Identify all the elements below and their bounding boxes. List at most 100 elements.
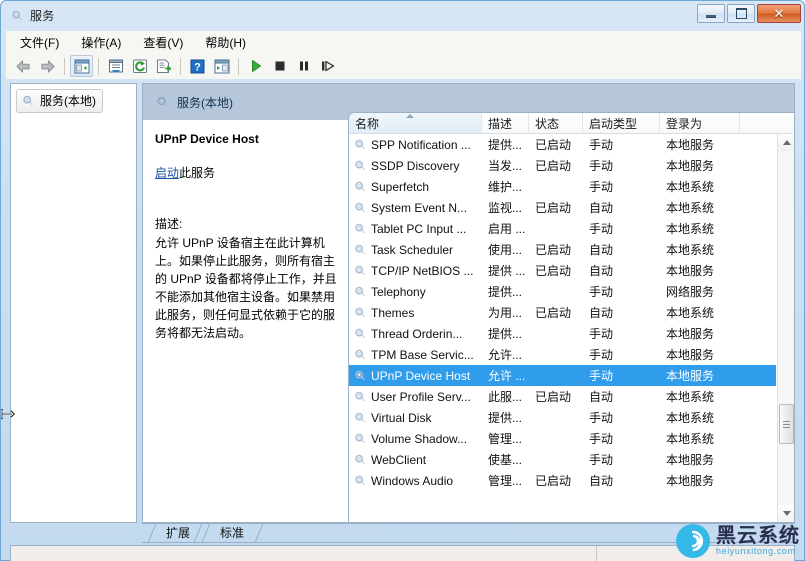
table-row[interactable]: UPnP Device Host 允许 ... 手动 本地服务 [349,365,776,386]
table-row[interactable]: SPP Notification ... 提供... 已启动 手动 本地服务 [349,134,776,155]
service-name-label: System Event N... [371,200,468,215]
pane-header-label: 服务(本地) [177,95,233,110]
menu-file[interactable]: 文件(F) [20,32,69,53]
toolbar-show-action-pane[interactable] [210,55,233,77]
cell-service-name: SSDP Discovery [349,155,482,176]
cell-startup-type: 手动 [589,348,614,362]
service-name-label: Superfetch [371,179,430,194]
toolbar-properties[interactable] [104,55,127,77]
cell-log-on-as: 本地服务 [666,159,715,173]
table-row[interactable]: Telephony 提供... 手动 网络服务 [349,281,776,302]
services-list-view: 名称 描述 状态 启动类型 登录为 SPP Notification ... 提… [348,112,794,522]
column-header-status-label: 状态 [535,116,560,131]
toolbar-export-list[interactable] [152,55,175,77]
table-row[interactable]: Superfetch 维护... 手动 本地系统 [349,176,776,197]
tree-node-services-local[interactable]: 服务(本地) [16,89,103,113]
cell-description: 此服... [488,390,523,404]
table-row[interactable]: SSDP Discovery 当发... 已启动 手动 本地服务 [349,155,776,176]
table-row[interactable]: Thread Orderin... 提供... 手动 本地服务 [349,323,776,344]
table-row[interactable]: User Profile Serv... 此服... 已启动 自动 本地系统 [349,386,776,407]
service-name-label: User Profile Serv... [371,389,471,404]
window-frame: 服务 ✕ 文件(F) 操作(A) 查看(V) 帮助(H) ? 服务(本地) 服务… [0,0,805,561]
cell-status [529,449,583,470]
table-row[interactable]: Themes 为用... 已启动 自动 本地系统 [349,302,776,323]
service-name-label: Thread Orderin... [371,326,463,341]
cell-startup-type: 手动 [589,222,614,236]
column-header-name[interactable]: 名称 [349,113,482,134]
toolbar-forward[interactable] [36,55,59,77]
toolbar-start-service[interactable] [244,55,267,77]
cell-description: 提供... [488,285,523,299]
toolbar-show-tree[interactable] [70,55,93,77]
cell-service-name: Superfetch [349,176,482,197]
cell-status [529,281,583,302]
start-service-link[interactable]: 启动 [155,166,179,180]
cell-description: 启用 ... [488,222,526,236]
minimize-button[interactable] [697,4,725,23]
column-header-startup-type-label: 启动类型 [589,116,638,131]
close-icon: ✕ [773,6,785,21]
cell-description: 维护... [488,180,523,194]
cell-status: 已启动 [535,390,572,404]
table-row[interactable]: System Event N... 监视... 已启动 自动 本地系统 [349,197,776,218]
status-bar-left [11,546,597,561]
toolbar-refresh[interactable] [128,55,151,77]
tab-standard[interactable]: 标准 [214,523,250,542]
menu-action[interactable]: 操作(A) [81,32,131,53]
toolbar-back[interactable] [12,55,35,77]
service-name-label: Virtual Disk [371,410,432,425]
table-row[interactable]: Task Scheduler 使用... 已启动 自动 本地系统 [349,239,776,260]
services-gear-icon [353,411,367,425]
toolbar: ? [6,53,801,79]
services-gear-icon [353,453,367,467]
menu-help[interactable]: 帮助(H) [205,32,256,53]
column-header-description-label: 描述 [488,116,513,131]
service-name-label: WebClient [371,452,427,467]
service-name-label: Windows Audio [371,473,454,488]
window-title: 服务 [30,9,55,23]
column-header-filler[interactable] [740,113,793,134]
toolbar-pause-service[interactable] [292,55,315,77]
table-row[interactable]: Virtual Disk 提供... 手动 本地系统 [349,407,776,428]
services-gear-icon [353,348,367,362]
cell-service-name: TCP/IP NetBIOS ... [349,260,482,281]
service-detail-pane: UPnP Device Host 启动此服务 描述: 允许 UPnP 设备宿主在… [143,120,348,522]
close-button[interactable]: ✕ [757,4,801,23]
scroll-down-button[interactable] [778,505,794,522]
detail-description-text: 允许 UPnP 设备宿主在此计算机上。如果停止此服务，则所有宿主的 UPnP 设… [155,236,337,340]
column-header-description[interactable]: 描述 [482,113,529,134]
cell-status: 已启动 [535,474,572,488]
column-header-log-on-as[interactable]: 登录为 [660,113,740,134]
title-bar-left: 服务 [10,7,55,24]
cell-service-name: WebClient [349,449,482,470]
toolbar-separator-4 [238,57,239,75]
cell-service-name: TPM Base Servic... [349,344,482,365]
services-gear-icon [353,201,367,215]
table-row[interactable]: Windows Audio 管理... 已启动 自动 本地服务 [349,470,776,491]
cell-startup-type: 自动 [589,243,614,257]
list-vertical-scrollbar[interactable] [777,134,794,522]
chevron-up-icon [782,140,791,145]
table-row[interactable]: TPM Base Servic... 允许... 手动 本地服务 [349,344,776,365]
cell-log-on-as: 本地系统 [666,180,715,194]
table-row[interactable]: Volume Shadow... 管理... 手动 本地系统 [349,428,776,449]
cell-description: 提供... [488,327,523,341]
cell-startup-type: 自动 [589,306,614,320]
menu-view[interactable]: 查看(V) [143,32,193,53]
toolbar-restart-service[interactable] [316,55,339,77]
scrollbar-thumb[interactable] [779,404,794,444]
maximize-button[interactable] [727,4,755,23]
tab-extended[interactable]: 扩展 [160,523,196,542]
table-row[interactable]: WebClient 使基... 手动 本地服务 [349,449,776,470]
cell-log-on-as: 本地系统 [666,432,715,446]
scroll-up-button[interactable] [778,134,794,151]
table-row[interactable]: TCP/IP NetBIOS ... 提供 ... 已启动 自动 本地服务 [349,260,776,281]
cell-log-on-as: 本地服务 [666,348,715,362]
toolbar-stop-service[interactable] [268,55,291,77]
toolbar-help[interactable]: ? [186,55,209,77]
table-row[interactable]: Tablet PC Input ... 启用 ... 手动 本地系统 [349,218,776,239]
services-gear-icon [353,390,367,404]
column-header-startup-type[interactable]: 启动类型 [583,113,660,134]
client-area: 文件(F) 操作(A) 查看(V) 帮助(H) ? 服务(本地) 服务(本地) … [6,31,801,561]
column-header-status[interactable]: 状态 [529,113,583,134]
